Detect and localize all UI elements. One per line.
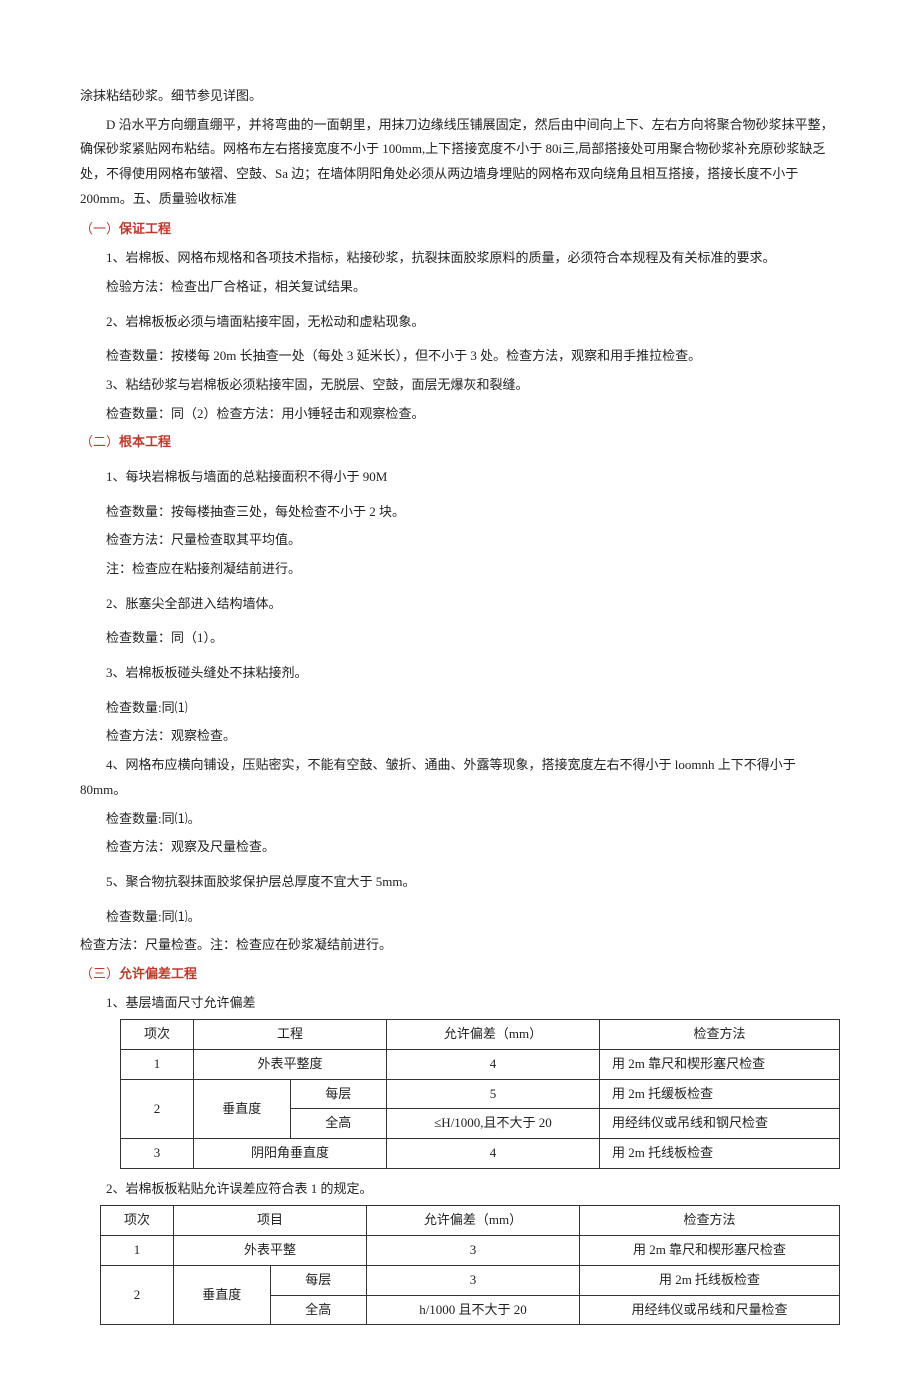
sec1-p4: 检查数量：按楼每 20m 长抽查一处（每处 3 延米长），但不小于 3 处。检查… bbox=[80, 344, 840, 369]
cell-n: 2 bbox=[121, 1079, 194, 1138]
th-item: 项目 bbox=[174, 1206, 367, 1236]
cell-n: 1 bbox=[121, 1050, 194, 1080]
cell-dev: 4 bbox=[387, 1139, 600, 1169]
table-row: 项次 项目 允许偏差（mm） 检查方法 bbox=[101, 1206, 840, 1236]
sec2-p11: 检查数量:同⑴。 bbox=[80, 807, 840, 832]
intro-p2: D 沿水平方向绷直绷平，并将弯曲的一面朝里，用抹刀边缘线压铺展固定，然后由中间向… bbox=[80, 113, 840, 212]
cell-sub: 全高 bbox=[290, 1109, 387, 1139]
cell-dev: h/1000 且不大于 20 bbox=[367, 1295, 580, 1325]
sec2-p8: 检查数量:同⑴ bbox=[80, 696, 840, 721]
intro-p1: 涂抹粘结砂浆。细节参见详图。 bbox=[80, 84, 840, 109]
cell-method: 用 2m 靠尺和楔形塞尺检查 bbox=[580, 1236, 840, 1266]
sec1-p5: 3、粘结砂浆与岩棉板必须粘接牢固，无脱层、空鼓，面层无爆灰和裂缝。 bbox=[80, 373, 840, 398]
table-row: 3 阴阳角垂直度 4 用 2m 托线板检查 bbox=[121, 1139, 840, 1169]
sec1-p1: 1、岩棉板、网格布规格和各项技术指标，粘接砂浆，抗裂抹面胶浆原料的质量，必须符合… bbox=[80, 246, 840, 271]
cell-dev: 4 bbox=[387, 1050, 600, 1080]
cell-item: 阴阳角垂直度 bbox=[194, 1139, 387, 1169]
cell-n: 3 bbox=[121, 1139, 194, 1169]
sec2-p5: 2、胀塞尖全部进入结构墙体。 bbox=[80, 592, 840, 617]
sec3-title: （三）允许偏差工程 bbox=[80, 962, 840, 987]
sec2-p12: 检查方法：观察及尺量检查。 bbox=[80, 835, 840, 860]
sec1-title: （一）保证工程 bbox=[80, 217, 840, 242]
cell-sub: 每层 bbox=[290, 1079, 387, 1109]
sec2-p13: 5、聚合物抗裂抹面胶浆保护层总厚度不宜大于 5mm。 bbox=[80, 870, 840, 895]
sec1-p3: 2、岩棉板板必须与墙面粘接牢固，无松动和虚粘现象。 bbox=[80, 310, 840, 335]
table-row: 1 外表平整度 4 用 2m 靠尺和楔形塞尺检查 bbox=[121, 1050, 840, 1080]
cell-dev: ≤H/1000,且不大于 20 bbox=[387, 1109, 600, 1139]
sec2-p6: 检查数量：同（1）。 bbox=[80, 626, 840, 651]
cell-method: 用 2m 靠尺和楔形塞尺检查 bbox=[600, 1050, 840, 1080]
th-method: 检查方法 bbox=[600, 1020, 840, 1050]
sec2-p7: 3、岩棉板板碰头缝处不抹粘接剂。 bbox=[80, 661, 840, 686]
th-item: 工程 bbox=[194, 1020, 387, 1050]
cell-method: 用 2m 托线板检查 bbox=[580, 1265, 840, 1295]
sec2-p15: 检查方法：尺量检查。注：检查应在砂浆凝结前进行。 bbox=[80, 933, 840, 958]
cell-dev: 5 bbox=[387, 1079, 600, 1109]
table-row: 1 外表平整 3 用 2m 靠尺和楔形塞尺检查 bbox=[101, 1236, 840, 1266]
sec1-p2: 检验方法：检查出厂合格证，相关复试结果。 bbox=[80, 275, 840, 300]
table2: 项次 项目 允许偏差（mm） 检查方法 1 外表平整 3 用 2m 靠尺和楔形塞… bbox=[100, 1205, 840, 1325]
cell-method: 用经纬仪或吊线和钢尺检查 bbox=[600, 1109, 840, 1139]
sec2-title-bold: 根本工程 bbox=[119, 434, 171, 449]
sec2-p3: 检查方法：尺量检查取其平均值。 bbox=[80, 528, 840, 553]
sec1-title-bold: 保证工程 bbox=[119, 221, 171, 236]
sec2-p4: 注：检查应在粘接剂凝结前进行。 bbox=[80, 557, 840, 582]
sec2-p14: 检查数量:同⑴。 bbox=[80, 905, 840, 930]
sec1-p6: 检查数量：同（2）检查方法：用小锤轻击和观察检查。 bbox=[80, 402, 840, 427]
table-row: 2 垂直度 每层 3 用 2m 托线板检查 bbox=[101, 1265, 840, 1295]
cell-method: 用 2m 托缓板检查 bbox=[600, 1079, 840, 1109]
cell-sub: 全高 bbox=[270, 1295, 367, 1325]
cell-n: 2 bbox=[101, 1265, 174, 1324]
th-method: 检查方法 bbox=[580, 1206, 840, 1236]
th-n: 项次 bbox=[101, 1206, 174, 1236]
cell-n: 1 bbox=[101, 1236, 174, 1266]
table-row: 2 垂直度 每层 5 用 2m 托缓板检查 bbox=[121, 1079, 840, 1109]
th-dev: 允许偏差（mm） bbox=[387, 1020, 600, 1050]
cell-method: 用经纬仪或吊线和尺量检查 bbox=[580, 1295, 840, 1325]
cell-dev: 3 bbox=[367, 1265, 580, 1295]
sec2-p2: 检查数量：按每楼抽查三处，每处检查不小于 2 块。 bbox=[80, 500, 840, 525]
table1: 项次 工程 允许偏差（mm） 检查方法 1 外表平整度 4 用 2m 靠尺和楔形… bbox=[120, 1019, 840, 1168]
sec3-title-bold: 允许偏差工程 bbox=[119, 966, 197, 981]
sec2-p10: 4、网格布应横向铺设，压贴密实，不能有空鼓、皱折、通曲、外露等现象，搭接宽度左右… bbox=[80, 753, 840, 802]
sec2-p1: 1、每块岩棉板与墙面的总粘接面积不得小于 90M bbox=[80, 465, 840, 490]
table-row: 项次 工程 允许偏差（mm） 检查方法 bbox=[121, 1020, 840, 1050]
cell-method: 用 2m 托线板检查 bbox=[600, 1139, 840, 1169]
th-n: 项次 bbox=[121, 1020, 194, 1050]
sec3-p2: 2、岩棉板板粘贴允许误差应符合表 1 的规定。 bbox=[80, 1177, 840, 1202]
cell-item: 垂直度 bbox=[194, 1079, 291, 1138]
cell-item: 外表平整度 bbox=[194, 1050, 387, 1080]
cell-dev: 3 bbox=[367, 1236, 580, 1266]
th-dev: 允许偏差（mm） bbox=[367, 1206, 580, 1236]
sec3-p1: 1、基层墙面尺寸允许偏差 bbox=[80, 991, 840, 1016]
cell-item: 外表平整 bbox=[174, 1236, 367, 1266]
cell-item: 垂直度 bbox=[174, 1265, 271, 1324]
sec2-p9: 检查方法：观察检查。 bbox=[80, 724, 840, 749]
sec2-title: （二）根本工程 bbox=[80, 430, 840, 455]
cell-sub: 每层 bbox=[270, 1265, 367, 1295]
